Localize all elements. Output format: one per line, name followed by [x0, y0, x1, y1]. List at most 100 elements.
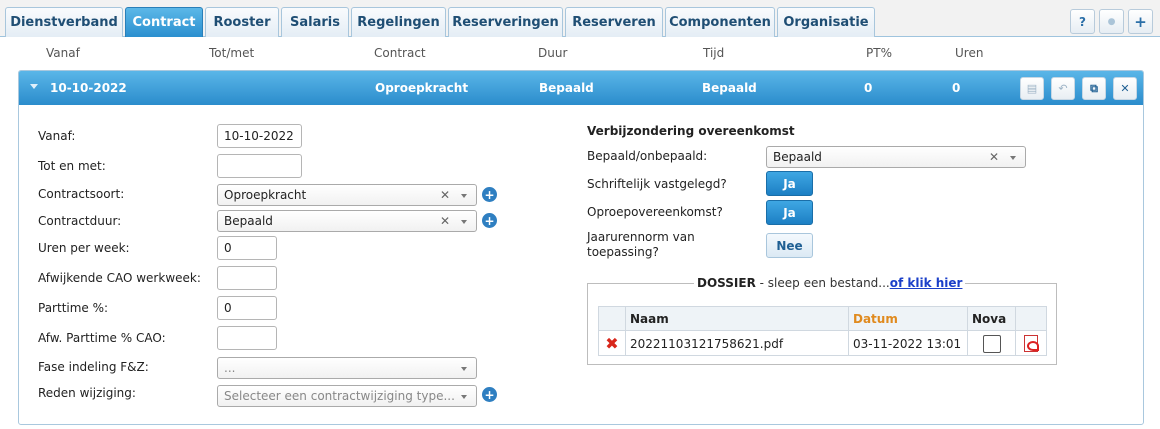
add-reden-button[interactable]: +	[482, 387, 497, 402]
tab-dienstverband[interactable]: Dienstverband	[5, 7, 123, 37]
chevron-down-icon[interactable]	[461, 220, 467, 224]
oproep-label: Oproepovereenkomst?	[587, 205, 723, 219]
chevron-down-icon[interactable]	[461, 194, 467, 198]
tab-reserveringen[interactable]: Reserveringen	[448, 7, 563, 37]
col-tijd: Tijd	[703, 46, 725, 60]
plus-icon: +	[1134, 12, 1147, 31]
col-uren: Uren	[955, 46, 984, 60]
bepaald-label: Bepaald/onbepaald:	[587, 149, 708, 163]
tab-reserveren[interactable]: Reserveren	[565, 7, 663, 37]
clear-icon[interactable]: ✕	[440, 214, 450, 228]
contractsoort-value: Oproepkracht	[224, 188, 307, 202]
chevron-down-icon[interactable]	[461, 367, 467, 371]
bepaald-select[interactable]: Bepaald ✕	[766, 146, 1026, 168]
save-button[interactable]: ▤	[1020, 77, 1044, 100]
dossier-legend: DOSSIER - sleep een bestand...of klik hi…	[694, 276, 966, 290]
info-button[interactable]: ●	[1099, 9, 1124, 34]
pdf-cell	[1016, 331, 1046, 356]
jaarurennorm-toggle[interactable]: Nee	[766, 233, 813, 258]
plus-icon: +	[484, 213, 495, 228]
contractsoort-select[interactable]: Oproepkracht ✕	[217, 184, 477, 206]
contractduur-label: Contractduur:	[38, 214, 122, 228]
col-duur: Duur	[538, 46, 568, 60]
info-icon: ●	[1107, 16, 1116, 27]
schriftelijk-toggle[interactable]: Ja	[766, 171, 813, 196]
tab-bar: Dienstverband Contract Rooster Salaris R…	[0, 0, 1160, 37]
vanaf-label: Vanaf:	[38, 129, 76, 143]
col-vanaf: Vanaf	[46, 46, 80, 60]
urenperweek-input[interactable]: 0	[217, 236, 277, 260]
dossier-col-naam: Naam	[626, 307, 849, 331]
verbijzondering-title: Verbijzondering overeenkomst	[587, 124, 795, 138]
plus-icon: +	[484, 387, 495, 402]
dossier-title: DOSSIER	[697, 276, 756, 290]
jaarurennorm-label-1: Jaarurennorm van	[587, 230, 695, 244]
dossier-col-nova: Nova	[968, 307, 1016, 331]
col-contract: Contract	[374, 46, 426, 60]
delete-icon[interactable]: ✖	[605, 334, 618, 353]
dossier-col-file	[1016, 307, 1046, 331]
bepaald-value: Bepaald	[773, 150, 822, 164]
afwparttime-label: Afw. Parttime % CAO:	[38, 331, 166, 345]
record-header-row[interactable]: 10-10-2022 Oproepkracht Bepaald Bepaald …	[19, 71, 1143, 105]
record-duur: Bepaald	[539, 81, 594, 95]
fase-label: Fase indeling F&Z:	[38, 360, 149, 374]
afwcao-label: Afwijkende CAO werkweek:	[38, 271, 201, 285]
dossier-col-action	[599, 307, 626, 331]
tab-contract[interactable]: Contract	[125, 7, 203, 37]
nova-cell	[968, 331, 1016, 356]
vanaf-input[interactable]: 10-10-2022	[217, 124, 302, 148]
chevron-down-icon[interactable]	[461, 395, 467, 399]
tab-organisatie[interactable]: Organisatie	[777, 7, 875, 37]
undo-button[interactable]: ↶	[1051, 77, 1075, 100]
tab-rooster[interactable]: Rooster	[205, 7, 279, 37]
plus-icon: +	[484, 187, 495, 202]
clear-icon[interactable]: ✕	[440, 188, 450, 202]
help-icon: ?	[1079, 14, 1086, 29]
copy-button[interactable]: ⧉	[1082, 77, 1106, 100]
reden-placeholder: Selecteer een contractwijziging type...	[224, 389, 455, 403]
tab-regelingen[interactable]: Regelingen	[351, 7, 446, 37]
tab-componenten[interactable]: Componenten	[665, 7, 775, 37]
reden-select[interactable]: Selecteer een contractwijziging type...	[217, 385, 477, 407]
close-button[interactable]: ✕	[1113, 77, 1137, 100]
add-contractsoort-button[interactable]: +	[482, 187, 497, 202]
chevron-down-icon[interactable]	[1010, 156, 1016, 160]
dossier-hint: - sleep een bestand...	[759, 276, 890, 290]
nova-checkbox[interactable]	[982, 334, 1001, 353]
dossier-upload-link[interactable]: of klik hier	[890, 276, 963, 290]
add-button[interactable]: +	[1128, 9, 1153, 34]
clear-icon[interactable]: ✕	[989, 150, 999, 164]
col-pt: PT%	[866, 46, 892, 60]
tab-salaris[interactable]: Salaris	[281, 7, 349, 37]
afwcao-input[interactable]	[217, 266, 277, 290]
dossier-file-date: 03-11-2022 13:01	[849, 331, 968, 356]
record-uren: 0	[952, 81, 961, 95]
parttime-input[interactable]: 0	[217, 296, 277, 320]
record-vanaf: 10-10-2022	[50, 81, 127, 95]
afwparttime-input[interactable]	[217, 326, 277, 350]
parttime-label: Parttime %:	[38, 301, 109, 315]
contractduur-value: Bepaald	[224, 214, 273, 228]
add-contractduur-button[interactable]: +	[482, 213, 497, 228]
totenmet-input[interactable]	[217, 154, 302, 178]
contract-panel: 10-10-2022 Oproepkracht Bepaald Bepaald …	[18, 70, 1144, 425]
dossier-col-datum[interactable]: Datum	[849, 307, 968, 331]
help-button[interactable]: ?	[1070, 9, 1095, 34]
oproep-toggle[interactable]: Ja	[766, 200, 813, 225]
fase-select[interactable]: ...	[217, 357, 477, 379]
close-icon: ✕	[1120, 82, 1130, 95]
dossier-file-name: 20221103121758621.pdf	[626, 331, 849, 356]
undo-icon: ↶	[1058, 82, 1068, 95]
record-contract: Oproepkracht	[375, 81, 469, 95]
save-icon: ▤	[1026, 82, 1038, 95]
jaarurennorm-label-2: toepassing?	[587, 245, 659, 259]
col-totmet: Tot/met	[209, 46, 255, 60]
collapse-caret-icon[interactable]	[30, 84, 38, 89]
urenperweek-label: Uren per week:	[38, 241, 130, 255]
contractsoort-label: Contractsoort:	[38, 187, 125, 201]
pdf-icon[interactable]	[1024, 335, 1039, 352]
dossier-table: Naam Datum Nova ✖ 20221103121758621.pdf …	[598, 306, 1047, 356]
copy-icon: ⧉	[1090, 81, 1098, 95]
contractduur-select[interactable]: Bepaald ✕	[217, 210, 477, 232]
